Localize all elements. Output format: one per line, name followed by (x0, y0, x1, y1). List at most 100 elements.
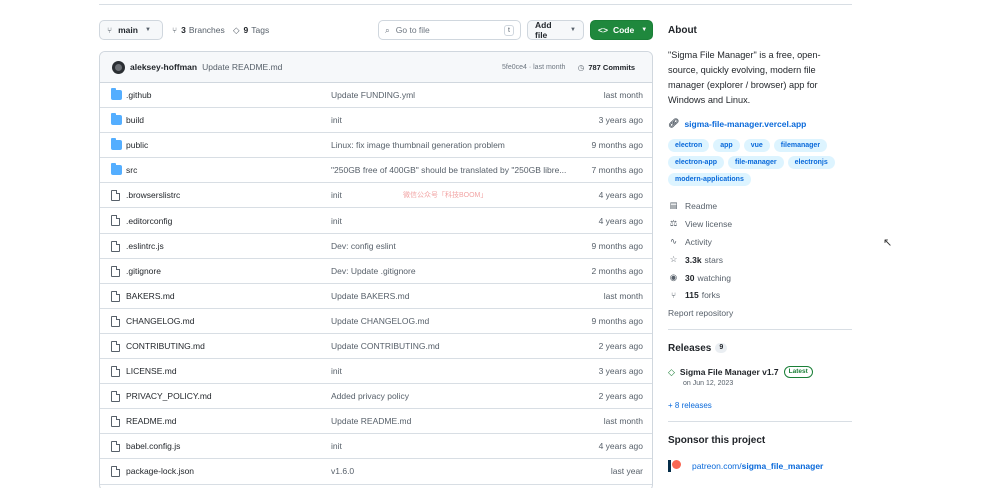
file-row[interactable]: .browserslistrc init 4 years ago (100, 183, 652, 209)
forks-label: forks (701, 290, 721, 300)
folder-icon (111, 88, 122, 100)
caret-down-icon: ▼ (570, 27, 576, 33)
releases-heading[interactable]: Releases 9 (668, 343, 728, 354)
file-name-link[interactable]: .browserslistrc (126, 190, 180, 200)
topic-tag[interactable]: file-manager (728, 156, 784, 169)
file-commit-date: 9 months ago (591, 315, 643, 326)
file-commit-message[interactable]: init (331, 216, 342, 226)
file-name-link[interactable]: .editorconfig (126, 216, 172, 226)
file-row[interactable]: .github Update FUNDING.yml last month (100, 83, 652, 109)
latest-release[interactable]: ◇ Sigma File Manager v1.7 Latest on Jun … (668, 366, 852, 387)
file-commit-message[interactable]: Update README.md (331, 416, 411, 426)
more-releases-link[interactable]: + 8 releases (668, 401, 712, 410)
topic-tag[interactable]: electronjs (787, 156, 835, 169)
commit-meta[interactable]: 5fe0ce4 · last month (502, 64, 565, 71)
topic-tag[interactable]: modern-applications (668, 173, 751, 186)
file-icon (111, 466, 120, 478)
commit-message[interactable]: Update README.md (202, 62, 282, 72)
report-repository-link[interactable]: Report repository (668, 308, 733, 318)
file-row[interactable]: src "250GB free of 400GB" should be trans… (100, 158, 652, 184)
add-file-button[interactable]: Add file ▼ (527, 20, 584, 40)
branch-select-button[interactable]: ⑂ main ▼ (99, 20, 163, 40)
file-name-link[interactable]: .eslintrc.js (126, 241, 164, 251)
file-commit-message[interactable]: Update BAKERS.md (331, 291, 409, 301)
folder-icon (111, 138, 122, 151)
file-row[interactable]: .gitignore Dev: Update .gitignore 2 months… (100, 259, 652, 284)
file-row[interactable]: build init 3 years ago (100, 108, 652, 134)
file-row[interactable]: LICENSE.md init 3 years ago (100, 359, 652, 385)
watchers-link[interactable]: ◉ 30 watching (668, 272, 731, 283)
file-commit-date: 7 months ago (591, 165, 643, 176)
file-row[interactable]: .editorconfig init 4 years ago (100, 208, 652, 234)
go-to-file-input[interactable] (395, 25, 486, 35)
file-commit-message[interactable]: Update CHANGELOG.md (331, 316, 429, 326)
file-commit-message[interactable]: init (331, 441, 342, 451)
file-commit-message[interactable]: Dev: config eslint (331, 241, 396, 251)
readme-link[interactable]: ▤ Readme (668, 200, 717, 211)
tags-link[interactable]: ◇ 9 Tags (233, 20, 269, 40)
star-icon: ☆ (669, 254, 678, 264)
file-name-link[interactable]: README.md (126, 416, 177, 426)
file-list: .github Update FUNDING.yml last month build… (100, 83, 652, 485)
branches-link[interactable]: ⑂ 3 Branches (172, 20, 225, 40)
branch-icon: ⑂ (107, 25, 113, 35)
file-name-link[interactable]: CHANGELOG.md (126, 316, 195, 326)
file-commit-message[interactable]: v1.6.0 (331, 466, 354, 476)
file-table: aleksey-hoffman Update README.md 5fe0ce4… (99, 51, 653, 488)
author-avatar[interactable] (112, 60, 125, 74)
file-commit-message[interactable]: Dev: Update .gitignore (331, 266, 416, 276)
topic-tag[interactable]: app (713, 139, 740, 152)
code-button[interactable]: <> Code ▼ (590, 20, 653, 40)
topic-tag[interactable]: electron-app (668, 156, 725, 169)
file-name-link[interactable]: build (126, 115, 144, 125)
file-commit-date: 2 months ago (591, 265, 643, 276)
patreon-link[interactable]: patreon.com/sigma_file_manager (668, 460, 823, 472)
commits-count-link[interactable]: ◷ 787 Commits (578, 63, 635, 72)
topic-tag[interactable]: vue (743, 139, 770, 152)
file-row[interactable]: README.md Update README.md last month (100, 409, 652, 435)
homepage-link[interactable]: 🔗︎ sigma-file-manager.vercel.app (668, 118, 806, 129)
file-name-link[interactable]: BAKERS.md (126, 291, 175, 301)
file-name-link[interactable]: babel.config.js (126, 441, 180, 451)
file-row[interactable]: package-lock.json v1.6.0 last year (100, 459, 652, 485)
file-commit-message[interactable]: Linux: fix image thumbnail generation pr… (331, 140, 505, 150)
file-name-link[interactable]: LICENSE.md (126, 366, 177, 376)
file-icon (111, 190, 120, 202)
file-icon (111, 290, 120, 302)
commit-author[interactable]: aleksey-hoffman (130, 62, 197, 72)
file-commit-message[interactable]: init (331, 115, 342, 125)
file-name-link[interactable]: package-lock.json (126, 466, 194, 476)
file-commit-date: 9 months ago (591, 140, 643, 151)
file-commit-message[interactable]: "250GB free of 400GB" should be translat… (331, 165, 566, 175)
file-commit-date: 3 years ago (598, 366, 643, 377)
file-commit-message[interactable]: init (331, 366, 342, 376)
file-name-link[interactable]: PRIVACY_POLICY.md (126, 391, 212, 401)
go-to-file-search[interactable]: ⌕ t (378, 20, 521, 40)
file-commit-message[interactable]: init (331, 190, 342, 200)
activity-link[interactable]: ∿ Activity (668, 236, 712, 247)
file-row[interactable]: BAKERS.md Update BAKERS.md last month (100, 284, 652, 309)
license-link[interactable]: ⚖︎ View license (668, 218, 732, 229)
file-commit-message[interactable]: Update FUNDING.yml (331, 90, 415, 100)
file-commit-date: 3 years ago (598, 115, 643, 126)
sidebar-divider (668, 329, 852, 330)
branches-count: 3 (181, 25, 186, 35)
file-commit-message[interactable]: Added privacy policy (331, 391, 409, 401)
file-row[interactable]: CONTRIBUTING.md Update CONTRIBUTING.md 2 y… (100, 334, 652, 360)
topic-tag[interactable]: filemanager (773, 139, 828, 152)
file-row[interactable]: .eslintrc.js Dev: config eslint 9 months a… (100, 234, 652, 259)
report-label: Report repository (668, 308, 734, 318)
file-name-link[interactable]: .gitignore (126, 266, 161, 276)
forks-link[interactable]: ⑂ 115 forks (668, 290, 720, 300)
file-name-link[interactable]: src (126, 165, 137, 175)
file-row[interactable]: PRIVACY_POLICY.md Added privacy policy 2 y… (100, 384, 652, 410)
file-row[interactable]: public Linux: fix image thumbnail generat… (100, 133, 652, 159)
file-commit-message[interactable]: Update CONTRIBUTING.md (331, 341, 440, 351)
file-name-link[interactable]: CONTRIBUTING.md (126, 341, 205, 351)
topic-tag[interactable]: electron (668, 139, 710, 152)
stars-link[interactable]: ☆ 3.3k stars (668, 254, 723, 265)
file-name-link[interactable]: .github (126, 90, 152, 100)
file-name-link[interactable]: public (126, 140, 148, 150)
file-row[interactable]: babel.config.js init 4 years ago (100, 434, 652, 460)
file-row[interactable]: CHANGELOG.md Update CHANGELOG.md 9 months … (100, 309, 652, 334)
